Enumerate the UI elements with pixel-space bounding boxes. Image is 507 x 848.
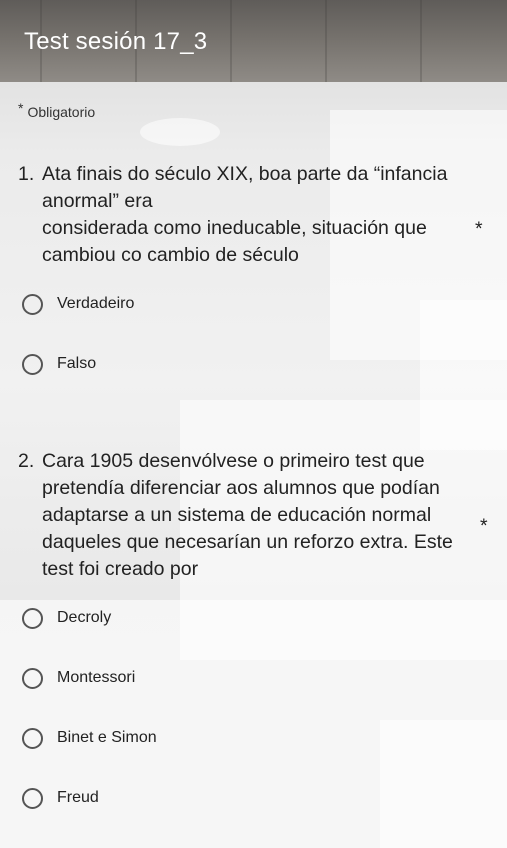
question-number: 2.	[18, 450, 35, 472]
option-freud[interactable]: Freud	[22, 785, 99, 811]
required-note: * Obligatorio	[18, 100, 96, 120]
radio-button[interactable]	[22, 727, 43, 749]
question-line: cambiou co cambio de século	[42, 244, 299, 266]
question-line: pretendía diferenciar aos alumnos que po…	[42, 477, 440, 499]
question-line: Ata finais do século XIX, boa parte da “…	[42, 163, 448, 185]
option-verdadeiro[interactable]: Verdadeiro	[22, 291, 134, 317]
option-label: Binet e Simon	[57, 729, 157, 746]
form-title: Test sesión 17_3	[24, 28, 208, 55]
radio-button[interactable]	[22, 293, 43, 315]
required-marker: *	[475, 218, 483, 240]
radio-button[interactable]	[22, 353, 43, 375]
radio-button[interactable]	[22, 667, 43, 689]
option-label: Montessori	[57, 669, 136, 686]
required-note-text: Obligatorio	[27, 104, 96, 120]
question-line: daqueles que necesarían un reforzo extra…	[42, 531, 453, 553]
option-label: Falso	[57, 355, 97, 372]
question-text: Ata finais do século XIX, boa parte da “…	[42, 161, 474, 269]
option-label: Verdadeiro	[57, 295, 135, 312]
option-binet-e-simon[interactable]: Binet e Simon	[22, 725, 157, 751]
background-image	[0, 0, 507, 848]
option-label: Decroly	[57, 609, 112, 626]
option-decroly[interactable]: Decroly	[22, 605, 111, 631]
option-montessori[interactable]: Montessori	[22, 665, 135, 691]
form-header: Test sesión 17_3	[0, 0, 507, 82]
question-line: considerada como ineducable, situación q…	[42, 217, 427, 239]
question-line: test foi creado por	[42, 558, 199, 580]
question-line: adaptarse a un sistema de educación norm…	[42, 504, 432, 526]
required-marker: *	[18, 100, 24, 116]
radio-button[interactable]	[22, 787, 43, 809]
required-marker: *	[480, 515, 488, 537]
question-number: 1.	[18, 163, 35, 185]
option-falso[interactable]: Falso	[22, 351, 96, 377]
option-label: Freud	[57, 789, 99, 806]
question-text: Cara 1905 desenvólvese o primeiro test q…	[42, 448, 474, 583]
radio-button[interactable]	[22, 607, 43, 629]
question-line: anormal” era	[42, 190, 153, 212]
question-line: Cara 1905 desenvólvese o primeiro test q…	[42, 450, 425, 472]
